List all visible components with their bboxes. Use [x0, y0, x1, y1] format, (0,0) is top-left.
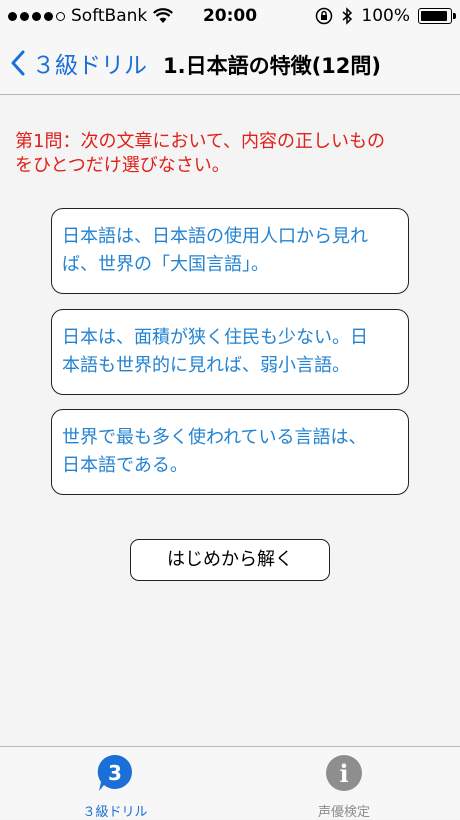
- choice-line: 日本は、面積が狭く住民も少ない。日: [62, 327, 368, 348]
- tab-label: ３級ドリル: [82, 805, 148, 820]
- back-label: ３級ドリル: [32, 53, 147, 79]
- battery-percent: 100%: [361, 6, 410, 26]
- question-line: 第1問：次の文章において、内容の正しいもの: [15, 131, 386, 152]
- info-icon: i: [326, 755, 362, 791]
- drill-icon-digit: 3: [108, 761, 122, 785]
- question-line: をひとつだけ選びなさい。: [15, 155, 230, 176]
- navigation-bar: ３級ドリル 1.日本語の特徴(12問): [0, 34, 460, 95]
- bluetooth-icon: [342, 7, 353, 25]
- drill-3-icon: 3: [97, 754, 132, 791]
- status-right: 100%: [315, 6, 456, 26]
- choice-line: 日本語は、日本語の使用人口から見れ: [62, 226, 368, 247]
- status-bar: SoftBank 20:00 100%: [0, 0, 460, 34]
- answer-choice-2[interactable]: 日本は、面積が狭く住民も少ない。日 本語も世界的に見れば、弱小言語。: [51, 309, 409, 395]
- choice-line: ば、世界の「大国言語」。: [62, 254, 269, 275]
- answer-choice-3[interactable]: 世界で最も多く使われている言語は、 日本語である。: [51, 409, 409, 495]
- battery-icon: [418, 8, 456, 24]
- tab-label: 声優検定: [317, 805, 370, 820]
- page-title: 1.日本語の特徴(12問): [163, 54, 382, 78]
- question-text: 第1問：次の文章において、内容の正しいもの をひとつだけ選びなさい。: [15, 130, 445, 178]
- choice-line: 世界で最も多く使われている言語は、: [62, 427, 367, 448]
- tab-bar: 3 ３級ドリル i 声優検定: [0, 746, 460, 820]
- info-icon-letter: i: [339, 759, 348, 788]
- choice-line: 本語も世界的に見れば、弱小言語。: [62, 355, 350, 376]
- back-button[interactable]: ３級ドリル: [10, 46, 147, 80]
- orientation-lock-icon: [316, 7, 333, 25]
- chevron-left-icon: [11, 50, 25, 76]
- tab-level3-drill[interactable]: 3 ３級ドリル: [40, 753, 190, 820]
- restart-button[interactable]: はじめから解く: [130, 539, 330, 581]
- answer-choice-1[interactable]: 日本語は、日本語の使用人口から見れ ば、世界の「大国言語」。: [51, 208, 409, 294]
- tab-voice-actor-test[interactable]: i 声優検定: [269, 753, 419, 820]
- choice-line: 日本語である。: [62, 455, 188, 476]
